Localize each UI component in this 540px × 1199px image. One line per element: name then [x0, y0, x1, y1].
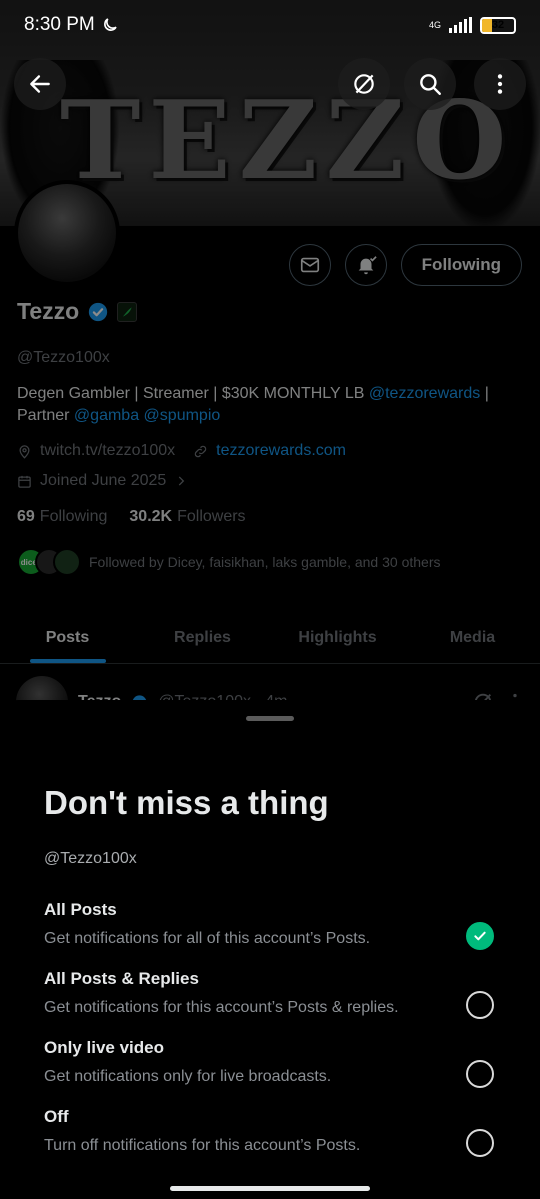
- affiliate-badge-icon[interactable]: [117, 301, 138, 322]
- option-title: All Posts & Replies: [44, 969, 199, 988]
- option-title: All Posts: [44, 900, 117, 919]
- option-all-posts[interactable]: All Posts Get notifications for all of t…: [44, 900, 504, 960]
- radio-selected[interactable]: [466, 922, 494, 950]
- battery-icon: 32: [480, 16, 516, 34]
- following-button[interactable]: Following: [400, 244, 522, 286]
- followers-you-know-avatars: dicey: [17, 548, 81, 576]
- option-description: Get notifications for all of this accoun…: [44, 930, 371, 947]
- status-indicators: 4G 32: [428, 16, 516, 34]
- status-time: 8:30 PM: [24, 14, 119, 36]
- verified-badge-icon[interactable]: [87, 301, 109, 323]
- notification-settings-sheet: Don't miss a thing @Tezzo100x All Posts …: [0, 700, 540, 1199]
- joined-text: Joined June 2025: [40, 472, 167, 489]
- tab-replies[interactable]: Replies: [135, 612, 270, 663]
- profile-tabs: Posts Replies Highlights Media: [0, 612, 540, 664]
- joined-row[interactable]: Joined June 2025: [17, 472, 527, 490]
- profile-avatar[interactable]: [14, 180, 120, 286]
- profile-bio: Degen Gambler | Streamer | $30K MONTHLY …: [17, 383, 527, 427]
- battery-level: 32: [491, 19, 505, 31]
- profile-name: Tezzo: [17, 298, 80, 324]
- option-description: Get notifications for this account’s Pos…: [44, 999, 399, 1016]
- grok-button[interactable]: [338, 58, 390, 110]
- followed-by-row[interactable]: dicey Followed by Dicey, faisikhan, laks…: [17, 548, 527, 576]
- option-description: Get notifications only for live broadcas…: [44, 1068, 332, 1085]
- followed-by-text: Followed by Dicey, faisikhan, laks gambl…: [89, 554, 441, 570]
- bio-mention-tezzorewards[interactable]: @tezzorewards: [369, 385, 480, 402]
- moon-icon: [103, 18, 117, 31]
- website-link[interactable]: tezzorewards.com: [216, 442, 346, 460]
- back-button[interactable]: [14, 58, 66, 110]
- following-count[interactable]: 69 Following: [17, 508, 107, 526]
- option-title: Only live video: [44, 1038, 164, 1057]
- search-button[interactable]: [404, 58, 456, 110]
- followers-count[interactable]: 30.2K Followers: [129, 508, 245, 526]
- tab-highlights[interactable]: Highlights: [270, 612, 405, 663]
- bell-check-icon: [358, 256, 377, 275]
- radio-unselected[interactable]: [466, 991, 494, 1019]
- search-icon: [420, 74, 441, 95]
- option-all-posts-replies[interactable]: All Posts & Replies Get notifications fo…: [44, 969, 504, 1029]
- profile-handle: @Tezzo100x: [17, 349, 110, 366]
- follow-counts: 69 Following 30.2K Followers: [17, 508, 527, 526]
- option-title: Off: [44, 1107, 69, 1126]
- arrow-left-icon: [30, 75, 50, 93]
- gesture-home-bar[interactable]: [170, 1186, 370, 1191]
- sheet-grabber[interactable]: [246, 716, 294, 721]
- option-description: Turn off notifications for this account’…: [44, 1137, 361, 1154]
- clock: 8:30 PM: [24, 14, 95, 35]
- more-options-button[interactable]: [474, 58, 526, 110]
- grok-icon: [354, 74, 374, 94]
- name-row: Tezzo: [17, 298, 527, 325]
- bio-text: Degen Gambler | Streamer | $30K MONTHLY …: [17, 385, 369, 402]
- profile-links: twitch.tv/tezzo100x tezzorewards.com: [17, 442, 527, 460]
- notifications-button[interactable]: [344, 244, 387, 286]
- location-pin-icon: [19, 444, 30, 459]
- link-icon: [194, 445, 207, 457]
- calendar-icon: [18, 475, 31, 488]
- message-button[interactable]: [288, 244, 331, 286]
- tab-posts[interactable]: Posts: [0, 612, 135, 663]
- sheet-title: Don't miss a thing: [44, 784, 329, 821]
- mini-avatar: [53, 548, 81, 576]
- check-icon: [474, 931, 486, 941]
- mail-icon: [300, 257, 319, 273]
- profile-details: Tezzo @Tezzo100x Degen Gambler | Streame…: [17, 298, 527, 576]
- option-off[interactable]: Off Turn off notifications for this acco…: [44, 1107, 504, 1167]
- status-bar: 8:30 PM 4G 32: [0, 0, 540, 50]
- profile-actions: Following: [288, 244, 522, 286]
- bio-mention-gamba[interactable]: @gamba: [74, 407, 139, 424]
- website-item[interactable]: tezzorewards.com: [193, 442, 346, 460]
- more-vertical-icon: [497, 74, 503, 94]
- radio-unselected[interactable]: [466, 1060, 494, 1088]
- radio-unselected[interactable]: [466, 1129, 494, 1157]
- network-type: 4G: [428, 19, 441, 30]
- bio-mention-spumpio[interactable]: @spumpio: [144, 407, 221, 424]
- signal-icon: [449, 17, 472, 33]
- location-text: twitch.tv/tezzo100x: [40, 442, 176, 459]
- option-only-live-video[interactable]: Only live video Get notifications only f…: [44, 1038, 504, 1098]
- tab-media[interactable]: Media: [405, 612, 540, 663]
- sheet-handle: @Tezzo100x: [44, 850, 137, 867]
- chevron-right-icon: [179, 476, 185, 486]
- location-item: twitch.tv/tezzo100x: [17, 442, 175, 460]
